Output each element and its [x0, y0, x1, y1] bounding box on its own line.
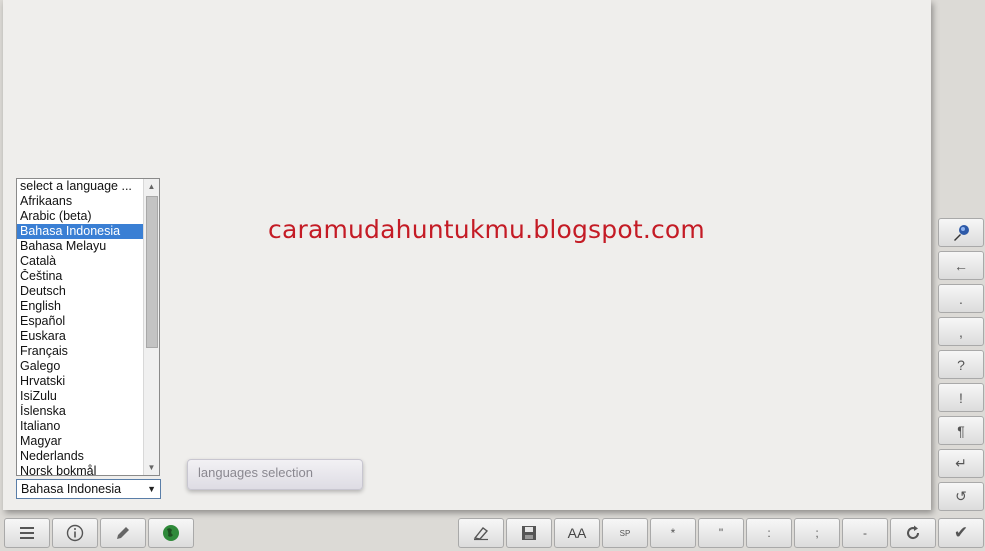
- done-button[interactable]: ✔: [938, 518, 984, 548]
- language-button[interactable]: [148, 518, 194, 548]
- chevron-down-icon: ▼: [147, 484, 156, 494]
- language-option[interactable]: Nederlands: [17, 449, 145, 464]
- language-option[interactable]: Català: [17, 254, 145, 269]
- language-option[interactable]: Bahasa Indonesia: [17, 224, 145, 239]
- redo-button[interactable]: [890, 518, 936, 548]
- language-option[interactable]: English: [17, 299, 145, 314]
- question-button[interactable]: ?: [938, 350, 984, 379]
- language-select-value: Bahasa Indonesia: [21, 482, 122, 496]
- language-option[interactable]: Español: [17, 314, 145, 329]
- info-button[interactable]: [52, 518, 98, 548]
- semicolon-button[interactable]: ;: [794, 518, 840, 548]
- language-option[interactable]: Íslenska: [17, 404, 145, 419]
- backspace-button[interactable]: ←: [938, 251, 984, 280]
- language-option[interactable]: Euskara: [17, 329, 145, 344]
- period-button[interactable]: .: [938, 284, 984, 313]
- asterisk-button[interactable]: *: [650, 518, 696, 548]
- language-select[interactable]: Bahasa Indonesia ▼: [16, 479, 161, 499]
- language-option[interactable]: Italiano: [17, 419, 145, 434]
- redo-icon: [907, 525, 920, 540]
- scroll-thumb[interactable]: [146, 196, 158, 348]
- language-option[interactable]: Norsk bokmål: [17, 464, 145, 475]
- microphone-icon: [954, 224, 969, 241]
- microphone-button[interactable]: [938, 218, 984, 247]
- colon-button[interactable]: :: [746, 518, 792, 548]
- quote-button[interactable]: ": [698, 518, 744, 548]
- globe-icon: [163, 525, 179, 541]
- watermark-text: caramudahuntukmu.blogspot.com: [268, 215, 705, 244]
- language-option[interactable]: Magyar: [17, 434, 145, 449]
- space-button[interactable]: SP: [602, 518, 648, 548]
- language-list[interactable]: select a language ... Afrikaans Arabic (be…: [16, 178, 160, 476]
- scroll-down-icon[interactable]: ▼: [144, 460, 159, 475]
- font-size-button[interactable]: AA: [554, 518, 600, 548]
- language-option[interactable]: Afrikaans: [17, 194, 145, 209]
- edit-button[interactable]: [100, 518, 146, 548]
- info-icon: [66, 524, 84, 542]
- newline-button[interactable]: ↵: [938, 449, 984, 478]
- menu-button[interactable]: [4, 518, 50, 548]
- clear-button[interactable]: [458, 518, 504, 548]
- pencil-icon: [117, 527, 129, 539]
- save-button[interactable]: [506, 518, 552, 548]
- language-list-scrollbar[interactable]: ▲ ▼: [143, 179, 159, 475]
- menu-icon: [20, 527, 34, 539]
- eraser-icon: [473, 527, 489, 541]
- exclamation-button[interactable]: !: [938, 383, 984, 412]
- scroll-up-icon[interactable]: ▲: [144, 179, 159, 194]
- language-option[interactable]: IsiZulu: [17, 389, 145, 404]
- tooltip: languages selection: [187, 459, 363, 490]
- language-option[interactable]: Galego: [17, 359, 145, 374]
- comma-button[interactable]: ,: [938, 317, 984, 346]
- language-option[interactable]: select a language ...: [17, 179, 145, 194]
- paragraph-button[interactable]: ¶: [938, 416, 984, 445]
- save-icon: [522, 526, 536, 540]
- language-option[interactable]: Hrvatski: [17, 374, 145, 389]
- language-option[interactable]: Français: [17, 344, 145, 359]
- language-option[interactable]: Arabic (beta): [17, 209, 145, 224]
- dash-button[interactable]: -: [842, 518, 888, 548]
- undo-button[interactable]: ↺: [938, 482, 984, 511]
- language-option[interactable]: Bahasa Melayu: [17, 239, 145, 254]
- language-option[interactable]: Čeština: [17, 269, 145, 284]
- language-option[interactable]: Deutsch: [17, 284, 145, 299]
